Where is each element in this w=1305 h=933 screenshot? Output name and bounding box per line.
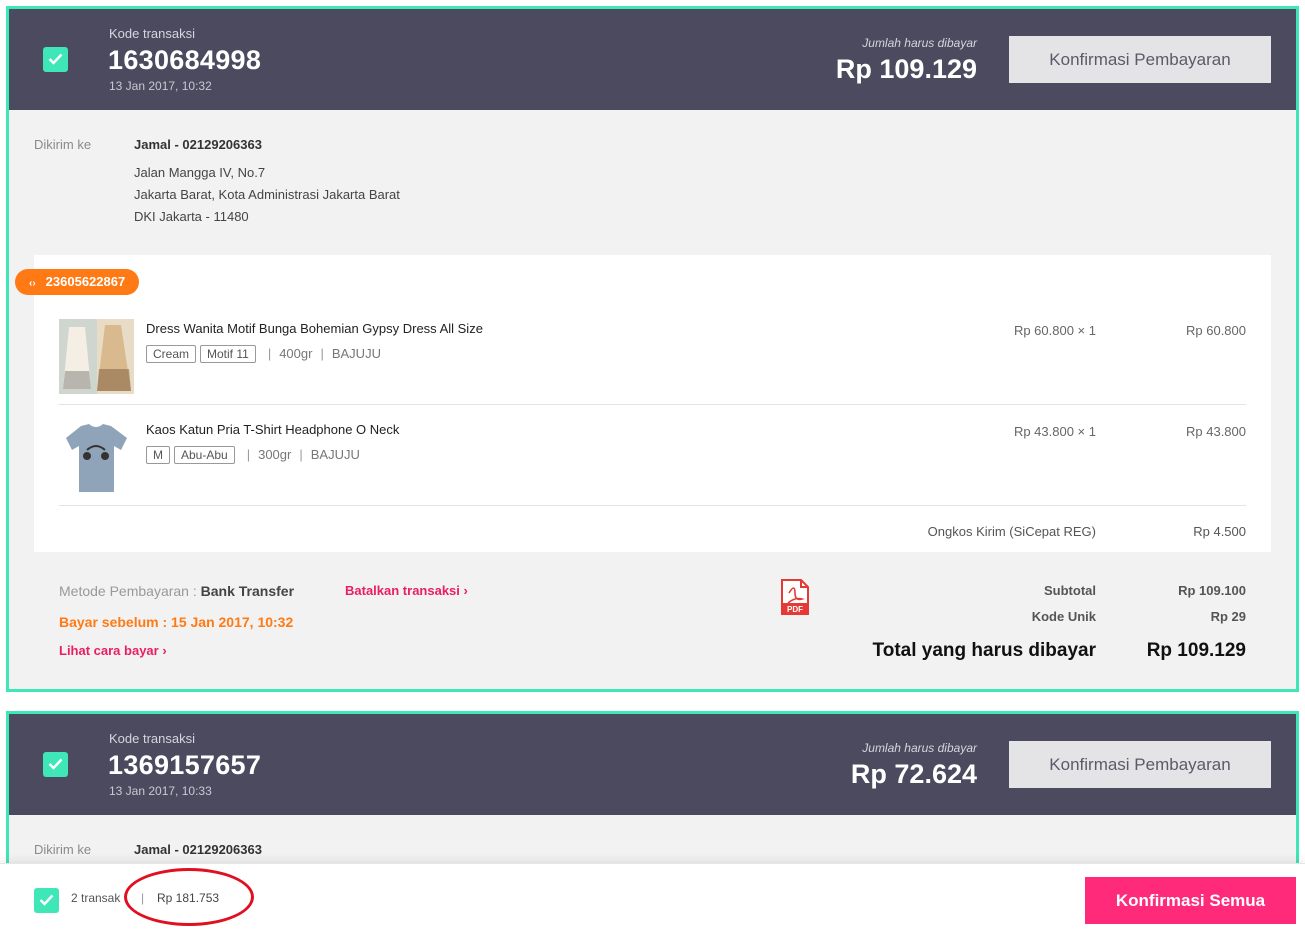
payment-method: Metode Pembayaran : Bank Transfer xyxy=(59,583,294,599)
shipping-cost: Rp 4.500 xyxy=(1193,524,1246,539)
cancel-transaction-link[interactable]: Batalkan transaksi › xyxy=(345,583,468,598)
order-id-badge[interactable]: ‹› 23605622867 xyxy=(15,269,140,295)
item-total: Rp 60.800 xyxy=(1186,323,1246,338)
order-items-panel: Dress Wanita Motif Bunga Bohemian Gypsy … xyxy=(34,255,1271,552)
transaction-date: 13 Jan 2017, 10:33 xyxy=(109,784,212,798)
shop-name: BAJUJU xyxy=(331,346,381,361)
unit-price: Rp 60.800 × 1 xyxy=(1013,323,1096,338)
amount-due-label: Jumlah harus dibayar xyxy=(862,36,977,50)
confirm-all-button[interactable]: Konfirmasi Semua xyxy=(1085,877,1296,924)
transaction-checkbox[interactable] xyxy=(43,47,68,72)
shipping-cost-label: Ongkos Kirim (SiCepat REG) xyxy=(927,524,1096,539)
address-line: Jakarta Barat, Kota Administrasi Jakarta… xyxy=(134,187,400,202)
shipping-label: Dikirim ke xyxy=(34,137,92,152)
product-details: Cream Motif 11 | 400gr | BAJUJU xyxy=(146,345,381,363)
transaction-card: Kode transaksi 1369157657 13 Jan 2017, 1… xyxy=(6,711,1299,871)
shipping-label: Dikirim ke xyxy=(34,842,92,857)
product-details: M Abu-Abu | 300gr | BAJUJU xyxy=(146,446,360,464)
recipient-name: Jamal - 02129206363 xyxy=(134,842,262,857)
variant-tag: M xyxy=(146,446,170,464)
transaction-code-label: Kode transaksi xyxy=(109,26,195,41)
product-weight: 400gr xyxy=(279,346,313,361)
check-icon xyxy=(48,53,63,65)
confirm-payment-button[interactable]: Konfirmasi Pembayaran xyxy=(1009,36,1271,83)
transaction-code-label: Kode transaksi xyxy=(109,731,195,746)
transaction-card: Kode transaksi 1630684998 13 Jan 2017, 1… xyxy=(6,6,1299,692)
check-icon xyxy=(48,758,63,770)
product-image xyxy=(59,420,134,495)
grand-total-value: Rp 109.129 xyxy=(1146,640,1246,661)
transaction-count: 2 transak xyxy=(71,891,121,905)
code-icon: ‹› xyxy=(29,278,36,289)
amount-due: Rp 72.624 xyxy=(850,759,977,789)
transaction-code: 1630684998 xyxy=(108,45,262,75)
unique-code-value: Rp 29 xyxy=(1210,609,1246,624)
divider xyxy=(59,505,1246,506)
amount-due-label: Jumlah harus dibayar xyxy=(862,741,977,755)
variant-tag: Abu-Abu xyxy=(174,446,235,464)
payment-deadline: Bayar sebelum : 15 Jan 2017, 10:32 xyxy=(59,614,294,630)
unique-code-label: Kode Unik xyxy=(1031,609,1096,624)
grand-total-label: Total yang harus dibayar xyxy=(872,640,1096,661)
transaction-date: 13 Jan 2017, 10:32 xyxy=(109,79,212,93)
subtotal-label: Subtotal xyxy=(1044,583,1096,598)
transaction-header: Kode transaksi 1369157657 13 Jan 2017, 1… xyxy=(9,714,1296,815)
payment-method-label: Metode Pembayaran : xyxy=(59,583,197,599)
shop-name: BAJUJU xyxy=(310,447,360,462)
how-to-pay-link[interactable]: Lihat cara bayar › xyxy=(59,643,167,658)
chevron-right-icon: › xyxy=(463,583,468,598)
highlight-circle-annotation xyxy=(124,868,254,926)
sticky-footer: 2 transak | Rp 181.753 Konfirmasi Semua xyxy=(0,863,1305,933)
payment-confirmation-page: Kode transaksi 1630684998 13 Jan 2017, 1… xyxy=(0,0,1305,933)
pdf-icon[interactable]: PDF xyxy=(780,579,810,615)
amount-due: Rp 109.129 xyxy=(835,54,977,84)
product-name: Kaos Katun Pria T-Shirt Headphone O Neck xyxy=(146,422,400,437)
transaction-checkbox[interactable] xyxy=(43,752,68,777)
product-image xyxy=(59,319,134,394)
address-line: DKI Jakarta - 11480 xyxy=(134,209,249,224)
payment-method-value: Bank Transfer xyxy=(200,583,295,599)
divider xyxy=(59,404,1246,405)
variant-tag: Motif 11 xyxy=(200,345,256,363)
transaction-header: Kode transaksi 1630684998 13 Jan 2017, 1… xyxy=(9,9,1296,110)
svg-text:PDF: PDF xyxy=(787,605,803,614)
confirm-payment-button[interactable]: Konfirmasi Pembayaran xyxy=(1009,741,1271,788)
subtotal-value: Rp 109.100 xyxy=(1178,583,1246,598)
unit-price: Rp 43.800 × 1 xyxy=(1013,424,1096,439)
select-all-checkbox[interactable] xyxy=(34,888,59,913)
recipient-name: Jamal - 02129206363 xyxy=(134,137,262,152)
product-weight: 300gr xyxy=(258,447,292,462)
chevron-right-icon: › xyxy=(162,643,167,658)
check-icon xyxy=(39,894,54,906)
product-name: Dress Wanita Motif Bunga Bohemian Gypsy … xyxy=(146,321,483,336)
order-id: 23605622867 xyxy=(45,274,126,289)
address-line: Jalan Mangga IV, No.7 xyxy=(134,165,266,180)
transaction-code: 1369157657 xyxy=(108,750,262,780)
variant-tag: Cream xyxy=(146,345,197,363)
item-total: Rp 43.800 xyxy=(1186,424,1246,439)
